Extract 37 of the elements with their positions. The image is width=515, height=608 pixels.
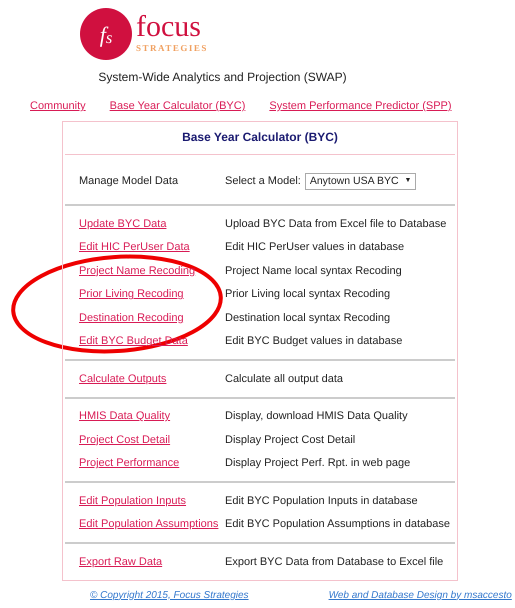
- action-description: Display, download HMIS Data Quality: [225, 409, 408, 424]
- section-label: Manage Model Data: [79, 175, 178, 188]
- action-description: Edit BYC Population Inputs in database: [225, 494, 418, 509]
- panel-title: Base Year Calculator (BYC): [65, 122, 455, 154]
- action-link[interactable]: Destination Recoding: [79, 312, 184, 324]
- action-description: Edit HIC PerUser values in database: [225, 240, 404, 256]
- action-link[interactable]: Update BYC Data: [79, 218, 166, 230]
- copyright-link[interactable]: © Copyright 2015, Focus Strategies: [90, 588, 249, 603]
- action-link[interactable]: HMIS Data Quality: [79, 410, 170, 422]
- action-description: Export BYC Data from Database to Excel file: [225, 554, 444, 570]
- action-link[interactable]: Edit Population Inputs: [79, 494, 186, 507]
- action-description: Display Project Perf. Rpt. in web page: [225, 456, 410, 472]
- action-description: Edit BYC Budget values in database: [225, 334, 402, 350]
- credit-link[interactable]: Web and Database Design by msaccesto: [328, 588, 512, 603]
- action-link[interactable]: Project Cost Detail: [79, 434, 170, 446]
- logo-tagline: STRATEGIES: [136, 42, 208, 56]
- action-link[interactable]: Calculate Outputs: [79, 372, 166, 385]
- action-description: Calculate all output data: [225, 372, 344, 387]
- logo-monogram: f$_{s}$: [80, 8, 132, 60]
- action-link[interactable]: Edit Population Assumptions: [79, 518, 218, 530]
- action-description: Upload BYC Data from Excel file to Database: [225, 216, 446, 232]
- action-link[interactable]: Project Name Recoding: [79, 264, 196, 277]
- action-description: Project Name local syntax Recoding: [225, 264, 402, 279]
- action-description: Edit BYC Population Assumptions in database: [225, 517, 450, 532]
- action-link[interactable]: Edit HIC PerUser Data: [79, 241, 190, 254]
- action-link[interactable]: Prior Living Recoding: [79, 288, 184, 300]
- action-link[interactable]: Export Raw Data: [79, 556, 162, 568]
- action-description: Display Project Cost Detail: [225, 432, 356, 448]
- nav-link[interactable]: Community: [30, 98, 86, 114]
- nav-link[interactable]: Base Year Calculator (BYC): [110, 98, 246, 114]
- action-description: Destination local syntax Recoding: [225, 310, 390, 326]
- action-description: Prior Living local syntax Recoding: [225, 287, 390, 302]
- logo-name: focus: [136, 12, 202, 42]
- select-label: Select a Model:: [225, 174, 301, 190]
- nav-link[interactable]: System Performance Predictor (SPP): [269, 98, 452, 114]
- page-subtitle: System-Wide Analytics and Projection (SWAP): [97, 69, 348, 86]
- action-link[interactable]: Project Performance: [79, 457, 180, 470]
